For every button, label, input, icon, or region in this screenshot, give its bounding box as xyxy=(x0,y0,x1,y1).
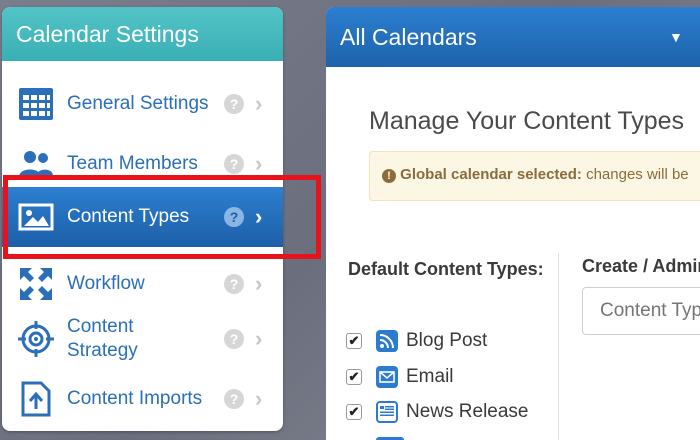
help-icon[interactable]: ? xyxy=(224,207,244,227)
sidebar-item-content-types[interactable]: Content Types ? › xyxy=(2,187,283,247)
rss-icon xyxy=(376,330,398,352)
content-types-main-panel: All Calendars ▼ Manage Your Content Type… xyxy=(326,7,700,440)
blog-post-checkbox[interactable]: ✔ xyxy=(346,333,362,349)
file-import-icon xyxy=(17,380,55,418)
sidebar-item-label: Content Strategy xyxy=(67,316,138,361)
target-icon xyxy=(17,320,55,358)
chevron-right-icon: › xyxy=(255,151,263,176)
chevron-right-icon: › xyxy=(255,386,263,411)
users-icon xyxy=(17,145,55,183)
help-icon[interactable]: ? xyxy=(224,154,244,174)
chevron-right-icon: › xyxy=(255,91,263,116)
caret-down-icon: ▼ xyxy=(669,29,683,45)
sidebar-item-label: Content Types xyxy=(67,206,190,227)
content-type-name-input[interactable] xyxy=(582,287,700,335)
sidebar-item-label: General Settings xyxy=(67,93,209,114)
help-icon[interactable]: ? xyxy=(224,94,244,114)
alert-bold-text: Global calendar selected: xyxy=(400,166,582,183)
calendar-settings-panel: Calendar Settings General Settings ? › T… xyxy=(2,7,283,431)
image-icon xyxy=(17,198,55,236)
email-checkbox[interactable]: ✔ xyxy=(346,369,362,385)
sidebar-item-content-strategy[interactable]: Content Strategy ? › xyxy=(2,307,283,371)
help-icon[interactable]: ? xyxy=(224,329,244,349)
exclamation-circle-icon: ! xyxy=(382,169,396,183)
chevron-right-icon: › xyxy=(255,204,263,229)
alert-text: changes will be xyxy=(581,166,689,183)
content-type-row-email: ✔ Email xyxy=(346,364,454,390)
settings-panel-title: Calendar Settings xyxy=(2,7,283,61)
calendar-selector-label: All Calendars xyxy=(340,24,477,50)
sidebar-item-label: Workflow xyxy=(67,273,145,294)
chevron-right-icon: › xyxy=(255,326,263,351)
chevron-right-icon: › xyxy=(255,271,263,296)
sidebar-item-label: Team Members xyxy=(67,153,198,174)
global-calendar-alert: ! Global calendar selected: changes will… xyxy=(369,151,700,201)
sidebar-item-general-settings[interactable]: General Settings ? › xyxy=(2,74,283,134)
sidebar-item-team-members[interactable]: Team Members ? › xyxy=(2,134,283,194)
calendar-selector-dropdown[interactable]: All Calendars ▼ xyxy=(326,7,700,67)
news-release-checkbox[interactable]: ✔ xyxy=(346,404,362,420)
workflow-arrows-icon xyxy=(17,265,55,303)
content-type-row-news-release: ✔ News Release xyxy=(346,399,529,425)
content-type-label: Email xyxy=(406,366,454,387)
content-type-row-blog-post: ✔ Blog Post xyxy=(346,328,487,354)
newspaper-icon xyxy=(376,401,398,423)
content-type-label: Blog Post xyxy=(406,330,488,351)
envelope-icon xyxy=(376,366,398,388)
sidebar-item-workflow[interactable]: Workflow ? › xyxy=(2,254,283,314)
help-icon[interactable]: ? xyxy=(224,389,244,409)
sidebar-item-label: Content Imports xyxy=(67,388,203,409)
create-admin-heading: Create / Admin xyxy=(582,256,700,276)
help-icon[interactable]: ? xyxy=(224,274,244,294)
grid-calendar-icon xyxy=(17,85,55,123)
page-title: Manage Your Content Types xyxy=(369,107,685,135)
default-content-types-heading: Default Content Types: xyxy=(348,259,544,279)
sidebar-item-content-imports[interactable]: Content Imports ? › xyxy=(2,369,283,429)
column-divider xyxy=(558,253,559,440)
content-type-label: News Release xyxy=(406,401,529,422)
